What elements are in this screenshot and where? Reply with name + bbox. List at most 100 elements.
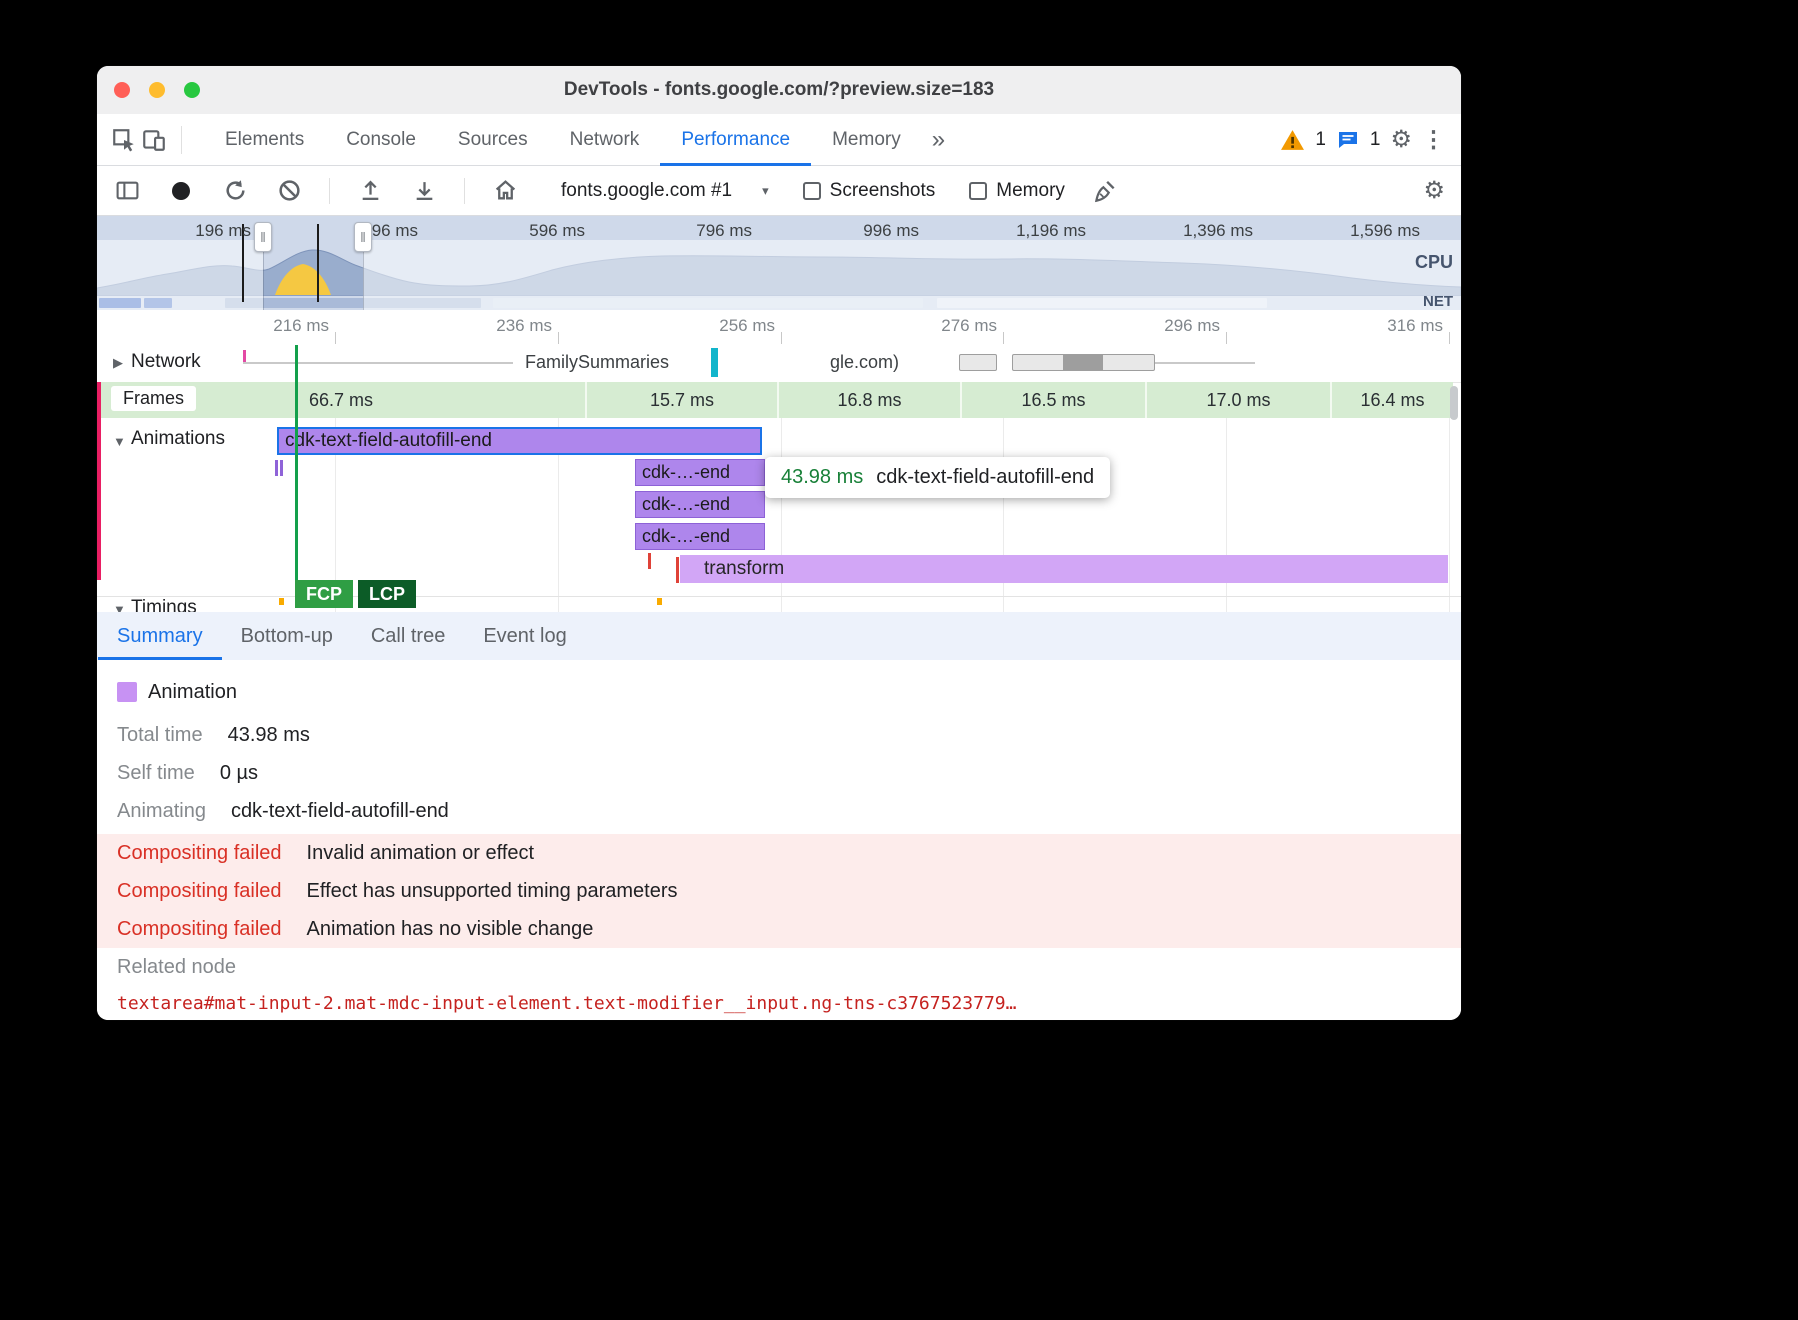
- failure-label: Compositing failed: [117, 842, 282, 865]
- tabbar-divider: [181, 126, 182, 154]
- overview-time-label: 1,196 ms: [1016, 221, 1086, 241]
- frame-duration[interactable]: 17.0 ms: [1145, 382, 1330, 418]
- record-button[interactable]: [167, 177, 195, 205]
- animation-bar-selected[interactable]: cdk-text-field-autofill-end: [277, 427, 762, 455]
- ruler-tick: [1226, 332, 1227, 344]
- download-icon: [412, 178, 437, 203]
- network-request-whisker: [1155, 362, 1255, 364]
- settings-gear-icon[interactable]: ⚙: [1390, 125, 1412, 154]
- tab-bottom-up[interactable]: Bottom-up: [222, 612, 352, 660]
- network-request-whisker: [243, 362, 513, 364]
- overview-time-label: 596 ms: [529, 221, 585, 241]
- capture-settings-gear-icon[interactable]: ⚙: [1423, 176, 1445, 205]
- overflow-menu-icon[interactable]: ⋮: [1422, 126, 1445, 153]
- details-tabbar: Summary Bottom-up Call tree Event log: [97, 612, 1461, 660]
- tab-performance[interactable]: Performance: [660, 114, 811, 166]
- tab-event-log[interactable]: Event log: [464, 612, 585, 660]
- failure-row: Compositing failed Effect has unsupporte…: [97, 872, 1461, 910]
- record-icon: [172, 182, 190, 200]
- inspect-element-button[interactable]: [109, 125, 139, 155]
- error-tick: [676, 557, 679, 583]
- collapse-icon[interactable]: ▼: [113, 434, 126, 449]
- overview-time-label: 196 ms: [195, 221, 251, 241]
- network-request-bar[interactable]: [959, 354, 997, 371]
- tooltip-name: cdk-text-field-autofill-end: [876, 466, 1094, 488]
- animations-track-label[interactable]: Animations: [131, 428, 225, 450]
- frame-duration[interactable]: 15.7 ms: [585, 382, 777, 418]
- tab-elements[interactable]: Elements: [204, 114, 325, 166]
- load-profile-button[interactable]: [356, 177, 384, 205]
- toolbar-divider: [329, 178, 330, 204]
- toggle-sidebar-button[interactable]: [113, 177, 141, 205]
- warning-count[interactable]: 1: [1315, 129, 1326, 151]
- selection-right-handle[interactable]: ‖: [354, 222, 372, 252]
- garbage-collect-broom-icon: [1092, 178, 1118, 204]
- tab-memory[interactable]: Memory: [811, 114, 922, 166]
- overview-time-label: 1,596 ms: [1350, 221, 1420, 241]
- selection-left-handle[interactable]: ‖: [254, 222, 272, 252]
- window-titlebar: DevTools - fonts.google.com/?preview.siz…: [97, 66, 1461, 115]
- desktop-background: DevTools - fonts.google.com/?preview.siz…: [0, 0, 1798, 1320]
- screenshots-checkbox[interactable]: Screenshots: [803, 180, 936, 202]
- upload-icon: [358, 178, 383, 203]
- timings-track-label[interactable]: Timings: [131, 597, 197, 612]
- transform-animation-bar[interactable]: transform: [680, 555, 1448, 583]
- animating-label: Animating: [117, 800, 206, 823]
- network-request-bar[interactable]: [711, 348, 718, 377]
- track-highlight-strip: [97, 382, 101, 580]
- screenshots-label: Screenshots: [830, 180, 936, 202]
- collapse-icon[interactable]: ▼: [113, 602, 126, 612]
- clear-recording-button[interactable]: [275, 177, 303, 205]
- issues-message-icon[interactable]: [1336, 128, 1360, 152]
- network-request-bar[interactable]: [1012, 354, 1155, 371]
- related-node-link[interactable]: textarea#mat-input-2.mat-mdc-input-eleme…: [117, 993, 1016, 1014]
- tab-call-tree[interactable]: Call tree: [352, 612, 464, 660]
- timeline-overview[interactable]: 196 ms 396 ms 596 ms 796 ms 996 ms 1,196…: [97, 216, 1461, 311]
- network-request-name[interactable]: gle.com): [830, 352, 899, 373]
- target-selector[interactable]: fonts.google.com #1: [561, 180, 732, 202]
- home-button[interactable]: [491, 177, 519, 205]
- tab-console[interactable]: Console: [325, 114, 437, 166]
- overview-marker-line: [317, 224, 319, 302]
- flamechart-area[interactable]: 216 ms 236 ms 256 ms 276 ms 296 ms 316 m…: [97, 310, 1461, 612]
- network-request-name[interactable]: FamilySummaries: [525, 352, 669, 373]
- chevron-down-icon[interactable]: ▾: [762, 183, 769, 199]
- ruler-tick: [1449, 332, 1450, 344]
- frame-duration[interactable]: 16.8 ms: [777, 382, 960, 418]
- animation-bar[interactable]: cdk-…-end: [635, 523, 765, 550]
- tab-summary[interactable]: Summary: [98, 612, 222, 660]
- failure-reason: Effect has unsupported timing parameters: [307, 880, 678, 903]
- tabbar-right-controls: 1 1 ⚙ ⋮: [1280, 125, 1461, 154]
- save-profile-button[interactable]: [410, 177, 438, 205]
- reload-and-record-button[interactable]: [221, 177, 249, 205]
- tab-sources[interactable]: Sources: [437, 114, 549, 166]
- summary-legend: Animation: [117, 678, 1461, 706]
- timing-marker: [279, 598, 284, 605]
- ruler-tick: [781, 332, 782, 344]
- device-toolbar-icon: [141, 127, 167, 153]
- animation-tick: [275, 460, 278, 476]
- frame-duration[interactable]: 16.5 ms: [960, 382, 1145, 418]
- lcp-badge: LCP: [358, 580, 416, 608]
- timeline-scrollbar-thumb[interactable]: [1450, 386, 1458, 420]
- frames-track-label: Frames: [111, 386, 196, 411]
- expand-icon[interactable]: ▶: [113, 355, 123, 371]
- memory-checkbox[interactable]: Memory: [969, 180, 1065, 202]
- tab-network[interactable]: Network: [549, 114, 661, 166]
- warning-icon[interactable]: [1280, 128, 1305, 151]
- failure-reason: Animation has no visible change: [307, 918, 594, 941]
- collect-garbage-button[interactable]: [1091, 177, 1119, 205]
- issues-count[interactable]: 1: [1370, 129, 1381, 151]
- frame-duration[interactable]: 16.4 ms: [1330, 382, 1453, 418]
- more-tabs-icon[interactable]: »: [922, 126, 955, 154]
- performance-toolbar: fonts.google.com #1 ▾ Screenshots Memory…: [97, 166, 1461, 216]
- cpu-track-label: CPU: [1415, 252, 1453, 273]
- window-title: DevTools - fonts.google.com/?preview.siz…: [97, 66, 1461, 114]
- animation-bar[interactable]: cdk-…-end: [635, 491, 765, 518]
- memory-label: Memory: [996, 180, 1065, 202]
- timeline-ruler: 216 ms 236 ms 256 ms 276 ms 296 ms 316 m…: [97, 310, 1461, 345]
- device-toolbar-button[interactable]: [139, 125, 169, 155]
- network-track-label[interactable]: Network: [131, 351, 201, 373]
- related-node-row: Related node: [117, 948, 1461, 986]
- animation-bar[interactable]: cdk-…-end: [635, 459, 765, 486]
